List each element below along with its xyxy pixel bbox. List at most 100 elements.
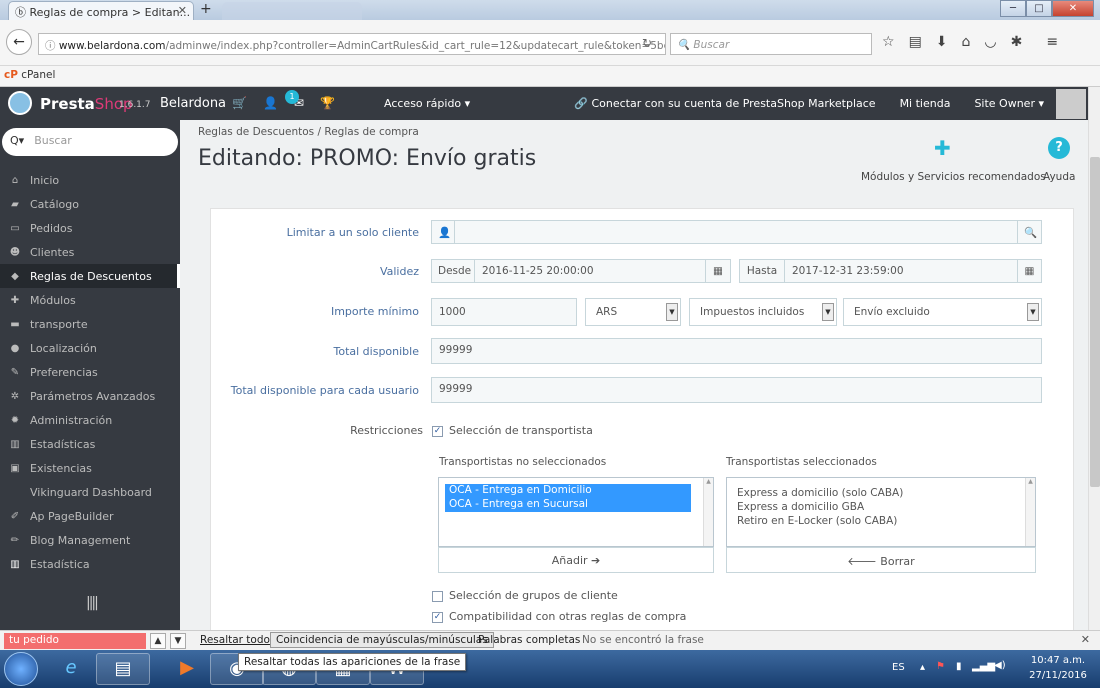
list-item[interactable]: OCA - Entrega en Domicilio [445, 484, 691, 498]
selected-carriers-list[interactable]: Express a domicilio (solo CABA) Express … [726, 477, 1036, 547]
signal-icon[interactable]: ▂▄▆ [972, 661, 995, 672]
sidebar-item-pedidos[interactable]: ▭ Pedidos [0, 216, 180, 240]
list-item[interactable]: OCA - Entrega en Sucursal [445, 498, 691, 512]
browser-search-input[interactable]: 🔍 Buscar [670, 33, 872, 55]
internet-explorer-icon[interactable]: e [44, 653, 98, 685]
close-window-button[interactable]: ✕ [1052, 0, 1094, 17]
whole-words-toggle[interactable]: Palabras completas [478, 634, 580, 646]
search-icon[interactable]: 🔍 [1017, 220, 1042, 244]
sidebar-search-input[interactable]: Q▾ Buscar [2, 128, 178, 156]
list-item[interactable]: Express a domicilio (solo CABA) [737, 487, 1025, 501]
breadcrumb-item-cart-rules[interactable]: Reglas de compra [324, 126, 418, 138]
download-icon[interactable]: ⬇ [936, 34, 948, 50]
pocket-icon[interactable]: ◡ [984, 34, 996, 50]
date-to-field[interactable]: 2017-12-31 23:59:00 [784, 259, 1018, 283]
sidebar-item-inicio[interactable]: ⌂ Inicio [0, 168, 180, 192]
page-scrollbar[interactable] [1088, 87, 1100, 630]
tray-expand-icon[interactable]: ▴ [920, 662, 925, 673]
clock-date[interactable]: 27/11/2016 [1026, 670, 1090, 681]
marketplace-link[interactable]: 🔗 Conectar con su cuenta de PrestaShop M… [574, 97, 875, 110]
back-button[interactable]: ← [6, 29, 32, 55]
date-from-field[interactable]: 2016-11-25 20:00:00 [474, 259, 706, 283]
list-scrollbar[interactable]: ▲ [703, 478, 713, 546]
customer-field[interactable] [454, 220, 1018, 244]
breadcrumb-item-discounts[interactable]: Reglas de Descuentos [198, 126, 314, 138]
recommended-modules-link[interactable]: Módulos y Servicios recomendados [861, 171, 1046, 183]
reading-list-icon[interactable]: ▤ [909, 34, 922, 50]
close-find-bar-icon[interactable]: ✕ [1081, 633, 1090, 646]
unselected-carriers-list[interactable]: OCA - Entrega en Domicilio OCA - Entrega… [438, 477, 714, 547]
network-icon[interactable]: ▮ [956, 661, 962, 672]
collapse-sidebar-icon[interactable]: |||| [86, 595, 99, 611]
browser-tab[interactable]: ⓑ Reglas de compra > Editan... ✕ [8, 1, 194, 20]
total-per-user-field[interactable]: 99999 [431, 377, 1042, 403]
media-player-icon[interactable]: ▶ [160, 653, 214, 685]
compat-rules-checkbox[interactable]: ✓ [432, 612, 443, 623]
customer-group-checkbox[interactable] [432, 591, 443, 602]
sidebar-item-clientes[interactable]: ☻ Clientes [0, 240, 180, 264]
bookmark-cpanel[interactable]: cPanel [21, 69, 55, 81]
sidebar-item-estadisticas[interactable]: ▥ Estadísticas [0, 432, 180, 456]
info-icon[interactable]: ⓘ [45, 40, 59, 52]
new-tab-button[interactable]: + [200, 1, 212, 17]
file-explorer-icon[interactable]: ▤ [96, 653, 150, 685]
quick-access-menu[interactable]: Acceso rápido ▾ [384, 97, 470, 110]
sidebar-item-administracion[interactable]: ✹ Administración [0, 408, 180, 432]
background-tab[interactable] [222, 2, 362, 20]
list-item[interactable]: Retiro en E-Locker (solo CABA) [737, 515, 1025, 529]
home-browser-icon[interactable]: ⌂ [962, 34, 971, 50]
calendar-icon[interactable]: ▦ [1017, 259, 1042, 283]
currency-select[interactable]: ARS ▼ [585, 298, 681, 326]
tax-select[interactable]: Impuestos incluidos ▼ [689, 298, 837, 326]
start-button[interactable] [4, 652, 38, 686]
sidebar-item-transporte[interactable]: ▬ transporte [0, 312, 180, 336]
reload-icon[interactable]: ↻ [642, 36, 652, 50]
volume-icon[interactable]: ◀) [994, 660, 1006, 671]
tab-close-icon[interactable]: ✕ [178, 4, 187, 17]
calendar-icon[interactable]: ▦ [705, 259, 731, 283]
shipping-select[interactable]: Envío excluido ▼ [843, 298, 1042, 326]
owner-menu[interactable]: Site Owner ▾ [974, 97, 1044, 110]
menu-icon[interactable]: ≡ [1046, 34, 1058, 50]
url-bar[interactable]: ⓘ www.belardona.com/adminwe/index.php?co… [38, 33, 666, 55]
sidebar-item-reglas-descuentos[interactable]: ◆ Reglas de Descuentos [0, 264, 180, 288]
sidebar-item-ap-pagebuilder[interactable]: ✐ Ap PageBuilder [0, 504, 180, 528]
total-available-field[interactable]: 99999 [431, 338, 1042, 364]
sidebar-item-catalogo[interactable]: ▰ Catálogo [0, 192, 180, 216]
list-scrollbar[interactable]: ▲ [1025, 478, 1035, 546]
action-center-icon[interactable]: ⚑ [936, 661, 945, 672]
clock-time[interactable]: 10:47 a.m. [1026, 655, 1090, 666]
extension-icon[interactable]: ✱ [1011, 34, 1023, 50]
help-icon[interactable]: ? [1048, 137, 1070, 159]
sidebar-item-localizacion[interactable]: ● Localización [0, 336, 180, 360]
sidebar-item-estadistica[interactable]: ▥ Estadística [0, 552, 180, 576]
language-indicator[interactable]: ES [892, 662, 905, 673]
bookmark-star-icon[interactable]: ☆ [882, 34, 895, 50]
avatar[interactable] [1056, 89, 1086, 119]
user-icon[interactable]: 👤 [263, 96, 278, 110]
minimize-button[interactable]: ─ [1000, 0, 1026, 17]
add-carrier-button[interactable]: Añadir ➔ [438, 547, 714, 573]
find-input[interactable]: tu pedido [4, 633, 146, 649]
highlight-all-toggle[interactable]: Resaltar todo [200, 634, 270, 646]
sidebar-item-vikinguard[interactable]: Vikinguard Dashboard [0, 480, 180, 504]
sidebar-item-parametros-avanzados[interactable]: ✲ Parámetros Avanzados [0, 384, 180, 408]
remove-carrier-button[interactable]: 🡐 Borrar [726, 547, 1036, 573]
sidebar-item-preferencias[interactable]: ✎ Preferencias [0, 360, 180, 384]
help-link[interactable]: Ayuda [1043, 171, 1075, 183]
min-amount-field[interactable]: 1000 [431, 298, 577, 326]
list-item[interactable]: Express a domicilio GBA [737, 501, 1025, 515]
match-case-toggle[interactable]: Coincidencia de mayúsculas/minúsculas [270, 632, 494, 648]
find-next-icon[interactable]: ▼ [170, 633, 186, 649]
trophy-icon[interactable]: 🏆 [320, 96, 335, 110]
maximize-button[interactable]: □ [1026, 0, 1052, 17]
find-previous-icon[interactable]: ▲ [150, 633, 166, 649]
sidebar-item-blog-management[interactable]: ✏ Blog Management [0, 528, 180, 552]
sidebar-item-modulos[interactable]: ✚ Módulos [0, 288, 180, 312]
store-name[interactable]: Belardona [160, 96, 226, 111]
sidebar-item-existencias[interactable]: ▣ Existencias [0, 456, 180, 480]
prestashop-logo-icon[interactable] [8, 91, 32, 115]
puzzle-icon[interactable]: ✚ [934, 136, 951, 160]
carrier-restriction-checkbox[interactable]: ✓ [432, 426, 443, 437]
search-icon[interactable]: Q▾ [10, 134, 24, 147]
